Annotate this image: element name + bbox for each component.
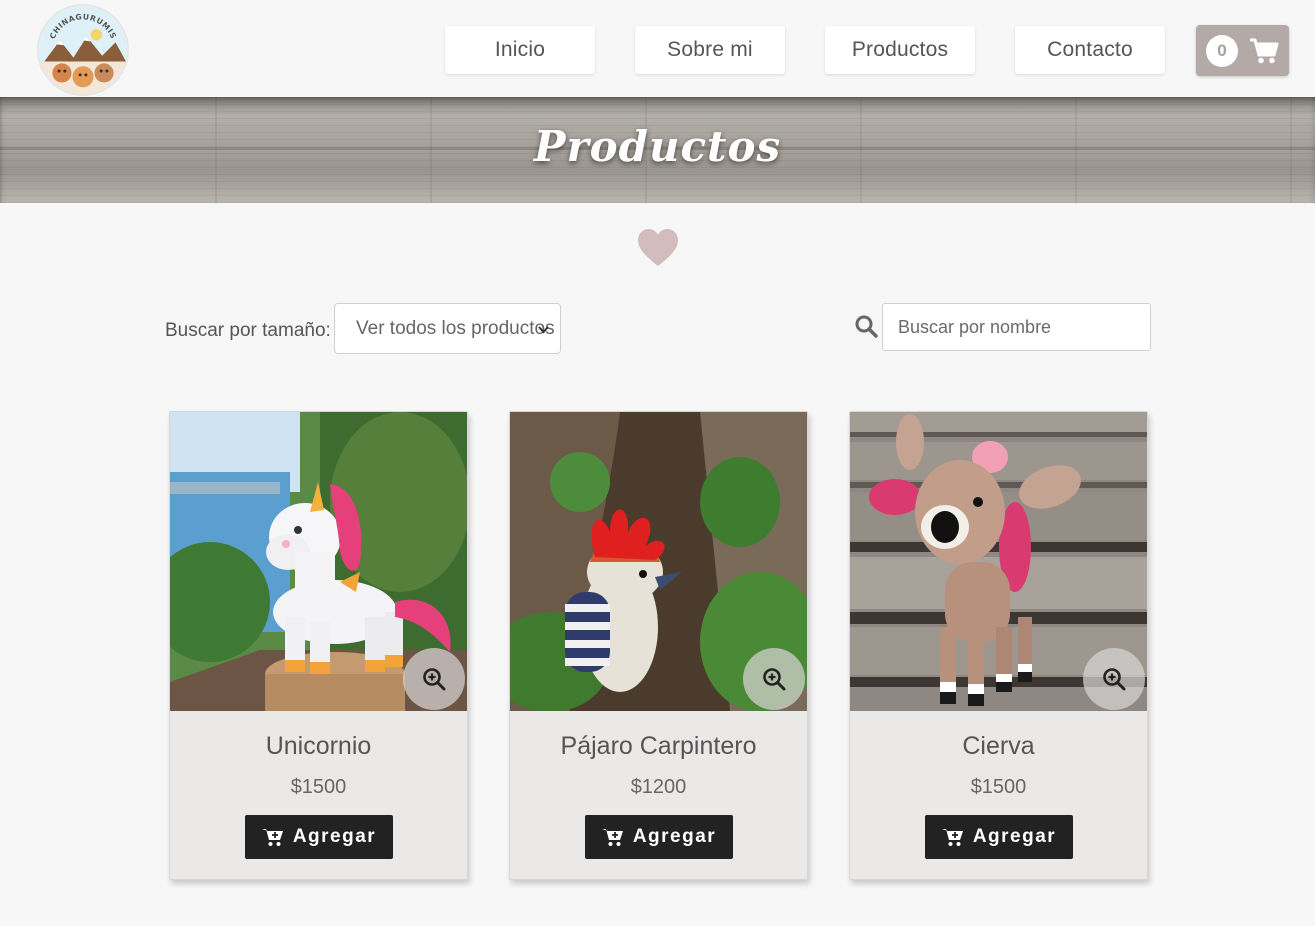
- product-price: $1500: [970, 776, 1027, 798]
- nav-sobre-mi[interactable]: Sobre mi: [635, 26, 785, 74]
- cart-button[interactable]: 0: [1196, 25, 1289, 76]
- add-to-cart-label: Agregar: [632, 826, 717, 847]
- add-to-cart-button[interactable]: Agregar: [925, 815, 1073, 859]
- zoom-button[interactable]: [743, 648, 805, 710]
- zoom-in-icon: [763, 668, 786, 691]
- shopping-cart-icon: [1250, 38, 1279, 64]
- zoom-in-icon: [1103, 668, 1126, 691]
- search-by-name-input[interactable]: [882, 303, 1151, 351]
- product-price: $1200: [630, 776, 687, 798]
- logo-image: CHINAGURUMIS: [39, 6, 127, 94]
- zoom-in-icon: [423, 668, 446, 691]
- search-icon: [855, 315, 878, 338]
- page-title: Productos: [533, 122, 782, 171]
- add-to-cart-button[interactable]: Agregar: [585, 815, 733, 859]
- product-name: Cierva: [962, 732, 1035, 760]
- nav-contacto[interactable]: Contacto: [1015, 26, 1165, 74]
- size-filter-label: Buscar por tamaño:: [165, 320, 331, 341]
- cart-plus-icon: [261, 829, 283, 846]
- nav-inicio[interactable]: Inicio: [445, 26, 595, 74]
- product-name: Pájaro Carpintero: [560, 732, 757, 760]
- site-header: CHINAGURUMIS Inicio Sobre mi Productos C…: [0, 0, 1315, 97]
- cart-plus-icon: [941, 829, 963, 846]
- add-to-cart-button[interactable]: Agregar: [245, 815, 393, 859]
- heart-icon: [638, 229, 678, 266]
- product-card-unicornio: Unicornio $1500 Agregar: [169, 411, 468, 880]
- product-card-cierva: Cierva $1500 Agregar: [849, 411, 1148, 880]
- product-price: $1500: [290, 776, 347, 798]
- cart-plus-icon: [601, 829, 623, 846]
- size-filter-value: Ver todos los productos: [356, 317, 555, 339]
- product-name: Unicornio: [265, 732, 372, 760]
- add-to-cart-label: Agregar: [972, 826, 1057, 847]
- nav-productos[interactable]: Productos: [825, 26, 975, 74]
- cart-count-badge: 0: [1206, 35, 1238, 67]
- brand-logo[interactable]: CHINAGURUMIS: [37, 4, 129, 96]
- add-to-cart-label: Agregar: [292, 826, 377, 847]
- chevron-down-icon: [538, 326, 549, 334]
- zoom-button[interactable]: [403, 648, 465, 710]
- product-card-pajaro-carpintero: Pájaro Carpintero $1200 Agregar: [509, 411, 808, 880]
- zoom-button[interactable]: [1083, 648, 1145, 710]
- page-banner: Productos: [0, 97, 1315, 203]
- size-filter-select[interactable]: Ver todos los productos: [334, 303, 561, 354]
